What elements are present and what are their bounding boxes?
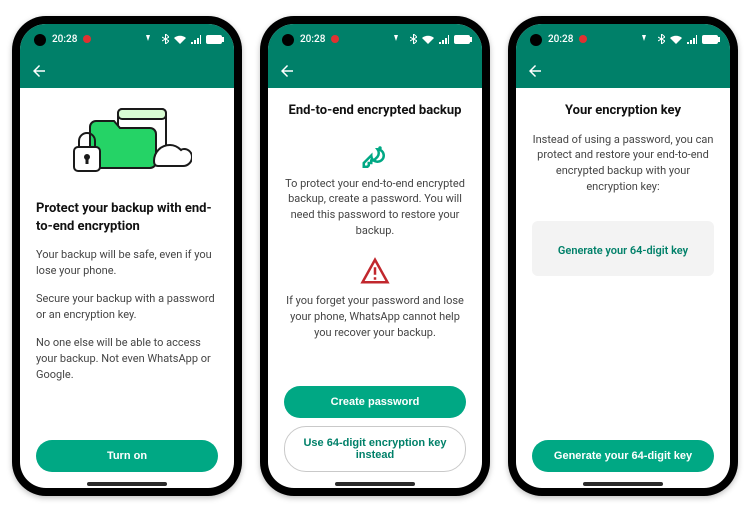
recording-indicator-icon [579,35,587,43]
create-password-button[interactable]: Create password [284,386,466,418]
page-title: End-to-end encrypted backup [284,102,466,120]
phone-frame: 20:28 End-to-end encrypted backup [260,16,490,496]
vowifi-icon [641,34,653,44]
status-bar: 20:28 [268,24,482,54]
signal-icon [687,35,697,44]
status-icons [641,34,720,44]
back-icon[interactable] [526,62,544,80]
wifi-icon [670,35,682,44]
vowifi-icon [145,34,157,44]
status-bar: 20:28 [20,24,234,54]
phone-frame: 20:28 [12,16,242,496]
use-encryption-key-button[interactable]: Use 64-digit encryption key instead [284,426,466,472]
content-area: Protect your backup with end-to-end encr… [20,88,234,488]
battery-icon [454,35,472,44]
bluetooth-icon [658,34,665,44]
signal-icon [191,35,201,44]
generate-key-link[interactable]: Generate your 64-digit key [558,244,688,257]
turn-on-button[interactable]: Turn on [36,440,218,472]
status-bar: 20:28 [516,24,730,54]
body-paragraph: Instead of using a password, you can pro… [532,132,714,196]
status-time: 20:28 [300,34,325,45]
generate-key-button[interactable]: Generate your 64-digit key [532,440,714,472]
battery-icon [702,35,720,44]
recording-indicator-icon [331,35,339,43]
back-icon[interactable] [278,62,296,80]
signal-icon [439,35,449,44]
status-time: 20:28 [52,34,77,45]
screen: 20:28 End-to-end encrypted backup [268,24,482,488]
status-icons [393,34,472,44]
status-time: 20:28 [548,34,573,45]
screen: 20:28 [20,24,234,488]
bluetooth-icon [410,34,417,44]
app-bar [20,54,234,88]
body-paragraph: If you forget your password and lose you… [284,293,466,341]
recording-indicator-icon [83,35,91,43]
wifi-icon [174,35,186,44]
status-icons [145,34,224,44]
generate-key-panel[interactable]: Generate your 64-digit key [532,221,714,276]
wifi-icon [422,35,434,44]
body-paragraph: Secure your backup with a password or an… [36,291,218,323]
app-bar [516,54,730,88]
key-icon [360,138,390,168]
vowifi-icon [393,34,405,44]
content-area: End-to-end encrypted backup To protect y… [268,88,482,488]
bluetooth-icon [162,34,169,44]
page-title: Your encryption key [532,102,714,120]
app-bar [268,54,482,88]
phone-frame: 20:28 Your encryption key Instead of usi… [508,16,738,496]
content-area: Your encryption key Instead of using a p… [516,88,730,488]
body-paragraph: To protect your end-to-end encrypted bac… [284,176,466,240]
body-paragraph: Your backup will be safe, even if you lo… [36,247,218,279]
battery-icon [206,35,224,44]
page-title: Protect your backup with end-to-end encr… [36,200,218,235]
screen: 20:28 Your encryption key Instead of usi… [516,24,730,488]
back-icon[interactable] [30,62,48,80]
body-paragraph: No one else will be able to access your … [36,335,218,383]
warning-icon [360,257,390,285]
backup-illustration [36,102,218,190]
